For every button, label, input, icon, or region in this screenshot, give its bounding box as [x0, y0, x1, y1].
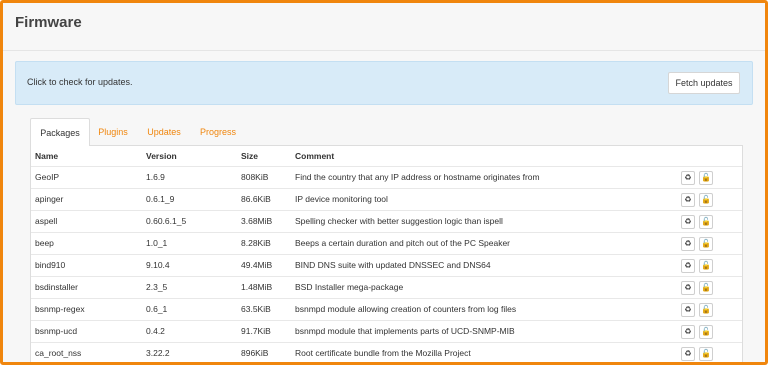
- package-size: 86.6KiB: [241, 194, 271, 204]
- package-size: 63.5KiB: [241, 304, 271, 314]
- reinstall-icon[interactable]: ♻: [681, 281, 695, 295]
- package-size: 49.4MiB: [241, 260, 273, 270]
- packages-table: Name Version Size Comment GeoIP 1.6.9 80…: [30, 146, 743, 362]
- package-comment: Beeps a certain duration and pitch out o…: [295, 238, 510, 248]
- lock-icon[interactable]: 🔓: [699, 193, 713, 207]
- lock-icon[interactable]: 🔓: [699, 347, 713, 361]
- lock-icon[interactable]: 🔓: [699, 215, 713, 229]
- table-row: GeoIP 1.6.9 808KiB Find the country that…: [31, 167, 742, 189]
- package-name: bind910: [35, 260, 66, 270]
- lock-icon[interactable]: 🔓: [699, 259, 713, 273]
- package-name: bsnmp-ucd: [35, 326, 78, 336]
- column-header-name: Name: [35, 151, 59, 161]
- package-comment: Spelling checker with better suggestion …: [295, 216, 503, 226]
- package-version: 0.60.6.1_5: [146, 216, 187, 226]
- package-name: beep: [35, 238, 54, 248]
- table-row: bsnmp-regex 0.6_1 63.5KiB bsnmpd module …: [31, 299, 742, 321]
- package-version: 0.4.2: [146, 326, 165, 336]
- package-size: 8.28KiB: [241, 238, 271, 248]
- table-row: apinger 0.6.1_9 86.6KiB IP device monito…: [31, 189, 742, 211]
- package-size: 808KiB: [241, 172, 269, 182]
- lock-icon[interactable]: 🔓: [699, 171, 713, 185]
- package-comment: BSD Installer mega-package: [295, 282, 404, 292]
- reinstall-icon[interactable]: ♻: [681, 171, 695, 185]
- reinstall-icon[interactable]: ♻: [681, 259, 695, 273]
- package-version: 0.6_1: [146, 304, 168, 314]
- page-title: Firmware: [15, 14, 82, 31]
- tab-packages[interactable]: Packages: [30, 118, 90, 147]
- package-name: apinger: [35, 194, 64, 204]
- tab-progress[interactable]: Progress: [196, 118, 240, 146]
- package-version: 2.3_5: [146, 282, 168, 292]
- main-content: Click to check for updates. Fetch update…: [3, 52, 765, 362]
- package-version: 9.10.4: [146, 260, 170, 270]
- tab-updates[interactable]: Updates: [144, 118, 184, 146]
- firmware-panel: Packages Plugins Updates Progress Name V…: [30, 118, 743, 362]
- package-size: 896KiB: [241, 348, 269, 358]
- reinstall-icon[interactable]: ♻: [681, 237, 695, 251]
- package-comment: IP device monitoring tool: [295, 194, 388, 204]
- fetch-updates-button[interactable]: Fetch updates: [668, 72, 740, 94]
- column-header-size: Size: [241, 151, 259, 161]
- lock-icon[interactable]: 🔓: [699, 325, 713, 339]
- package-size: 1.48MiB: [241, 282, 273, 292]
- package-comment: Find the country that any IP address or …: [295, 172, 540, 182]
- package-version: 1.6.9: [146, 172, 165, 182]
- table-row: bsdinstaller 2.3_5 1.48MiB BSD Installer…: [31, 277, 742, 299]
- lock-icon[interactable]: 🔓: [699, 303, 713, 317]
- package-name: bsdinstaller: [35, 282, 78, 292]
- reinstall-icon[interactable]: ♻: [681, 325, 695, 339]
- package-name: GeoIP: [35, 172, 60, 182]
- table-row: ca_root_nss 3.22.2 896KiB Root certifica…: [31, 343, 742, 362]
- column-header-comment: Comment: [295, 151, 335, 161]
- package-size: 91.7KiB: [241, 326, 271, 336]
- reinstall-icon[interactable]: ♻: [681, 215, 695, 229]
- reinstall-icon[interactable]: ♻: [681, 303, 695, 317]
- column-header-version: Version: [146, 151, 177, 161]
- package-comment: BIND DNS suite with updated DNSSEC and D…: [295, 260, 491, 270]
- page-header: Firmware: [3, 3, 765, 51]
- lock-icon[interactable]: 🔓: [699, 281, 713, 295]
- package-version: 3.22.2: [146, 348, 170, 358]
- package-size: 3.68MiB: [241, 216, 273, 226]
- alert-text: Click to check for updates.: [27, 77, 133, 87]
- table-row: bind910 9.10.4 49.4MiB BIND DNS suite wi…: [31, 255, 742, 277]
- app-frame: Firmware Click to check for updates. Fet…: [0, 0, 768, 365]
- package-version: 0.6.1_9: [146, 194, 175, 204]
- table-row: bsnmp-ucd 0.4.2 91.7KiB bsnmpd module th…: [31, 321, 742, 343]
- package-version: 1.0_1: [146, 238, 168, 248]
- reinstall-icon[interactable]: ♻: [681, 193, 695, 207]
- package-name: aspell: [35, 216, 58, 226]
- reinstall-icon[interactable]: ♻: [681, 347, 695, 361]
- table-row: beep 1.0_1 8.28KiB Beeps a certain durat…: [31, 233, 742, 255]
- tab-bar: Packages Plugins Updates Progress: [30, 118, 743, 147]
- package-comment: Root certificate bundle from the Mozilla…: [295, 348, 471, 358]
- package-name: bsnmp-regex: [35, 304, 85, 314]
- table-header-row: Name Version Size Comment: [31, 146, 742, 167]
- tab-plugins[interactable]: Plugins: [92, 118, 134, 146]
- update-alert: Click to check for updates. Fetch update…: [15, 61, 753, 105]
- package-name: ca_root_nss: [35, 348, 82, 358]
- package-comment: bsnmpd module allowing creation of count…: [295, 304, 517, 314]
- package-comment: bsnmpd module that implements parts of U…: [295, 326, 515, 336]
- lock-icon[interactable]: 🔓: [699, 237, 713, 251]
- table-row: aspell 0.60.6.1_5 3.68MiB Spelling check…: [31, 211, 742, 233]
